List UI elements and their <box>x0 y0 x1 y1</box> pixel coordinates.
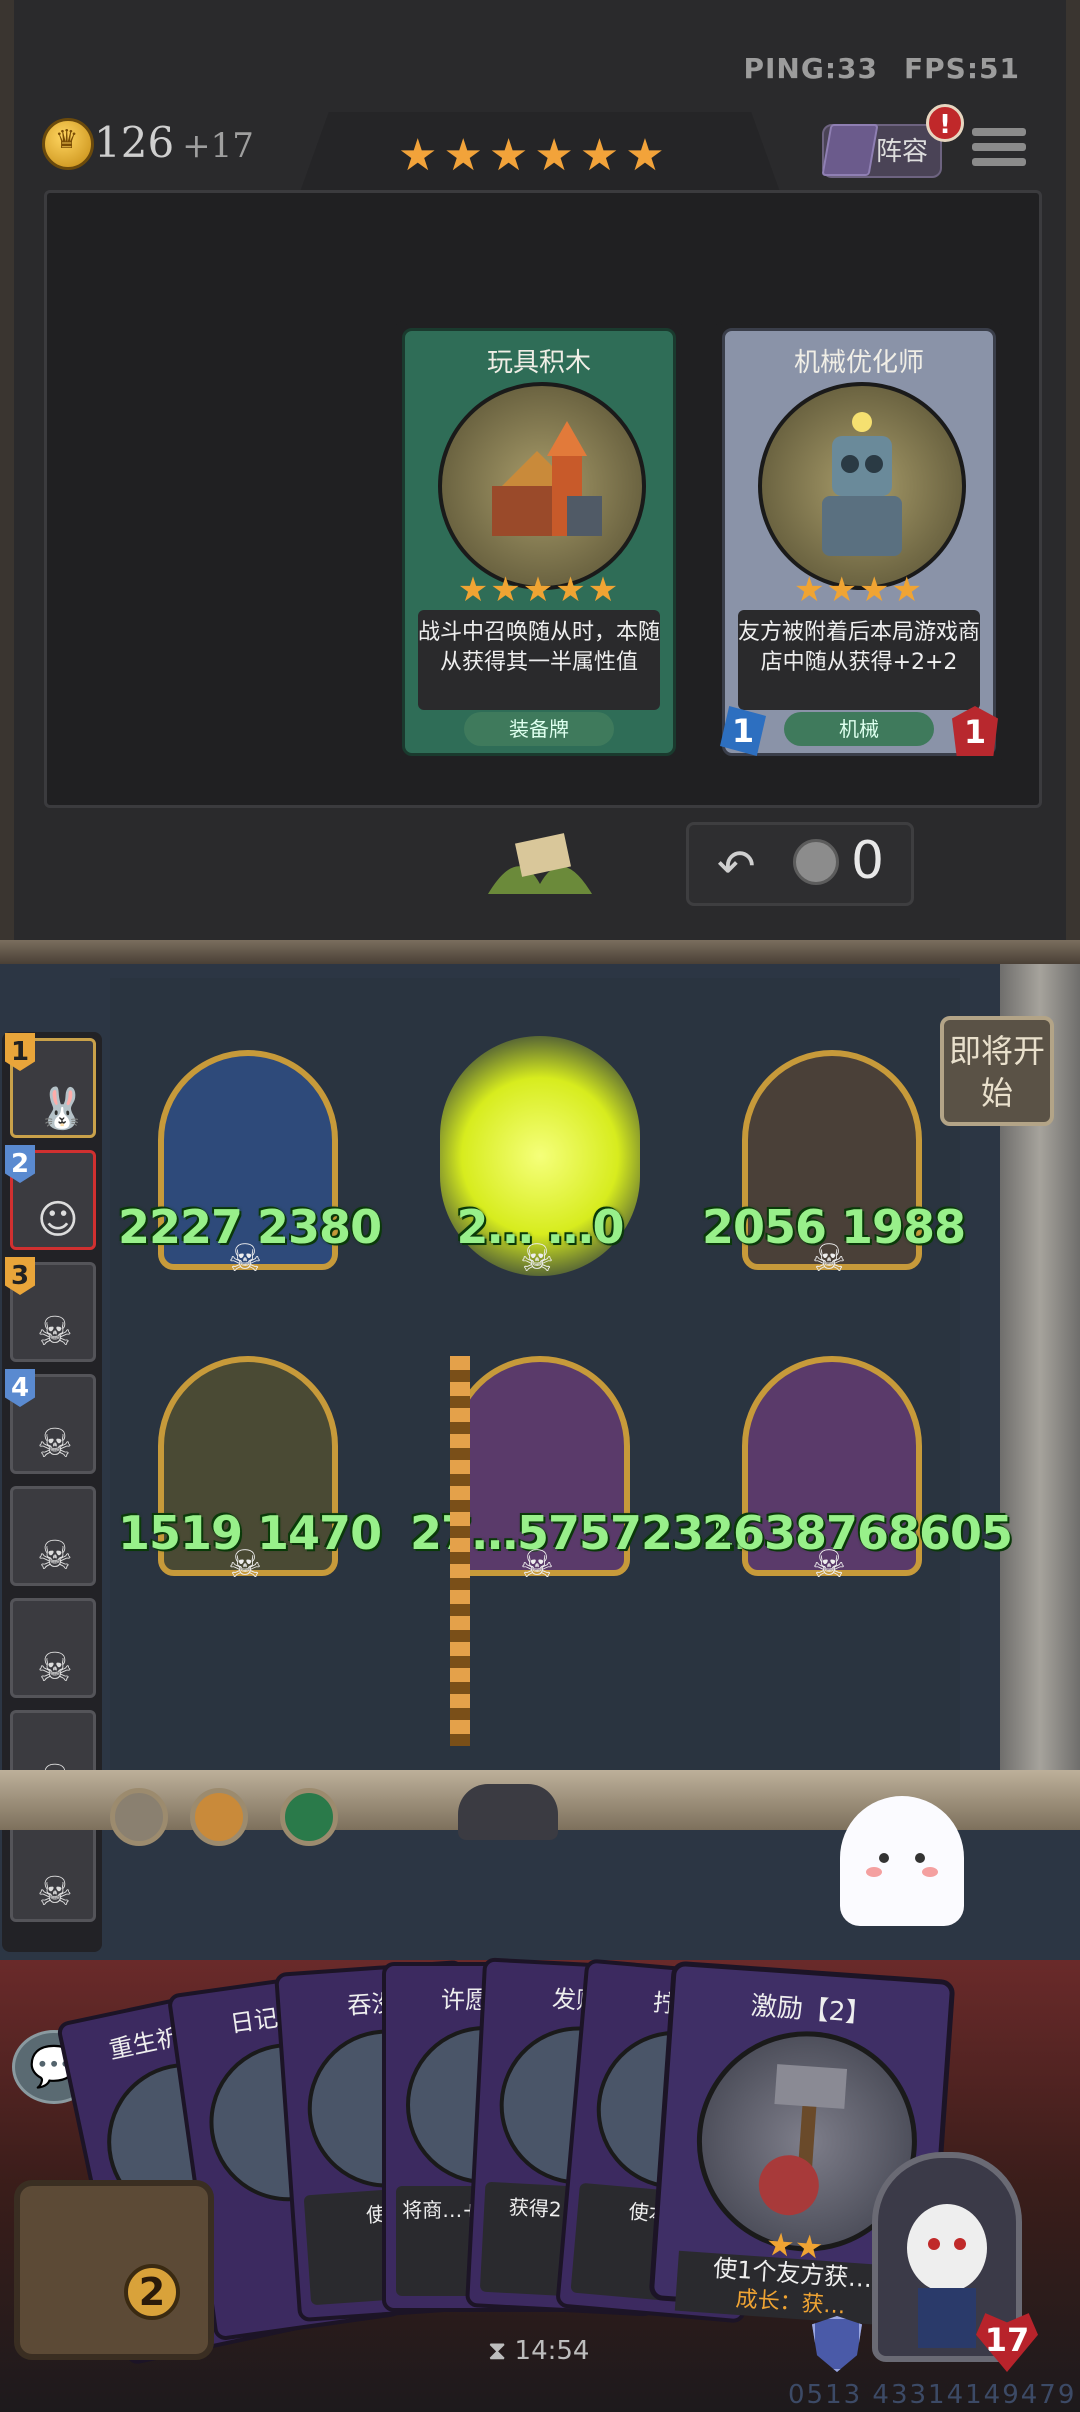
cat-figure <box>458 1784 558 1840</box>
knob-icon <box>190 1788 248 1846</box>
board-minion[interactable]: 2638768605 ☠ <box>702 1356 1013 1586</box>
gold-value: 126 <box>94 118 175 167</box>
gold-income: +17 <box>182 126 254 166</box>
timer-text: 14:54 <box>514 2336 590 2366</box>
board-knobs <box>110 1782 350 1852</box>
card-title: 玩具积木 <box>486 348 591 378</box>
gold-coin-icon <box>42 118 94 170</box>
skull-icon: ☠ <box>228 1542 263 1586</box>
discover-chest[interactable] <box>14 2180 214 2360</box>
board-top-beam <box>0 940 1080 964</box>
skull-icon: ☠ <box>37 1309 73 1355</box>
tavern-tier-stars[interactable]: ★★★★★★ <box>398 130 671 181</box>
card-description: 友方被附着后本局游戏商店中随从获得+2+2 <box>738 610 980 710</box>
skull-icon: ☠ <box>520 1236 555 1280</box>
alert-badge: ! <box>926 104 964 142</box>
shop-card-mech-optimizer[interactable]: 机械优化师 ★★★★ 友方被附着后本局游戏商店中随从获得+2+2 机械 1 1 <box>714 320 1004 764</box>
card-type-tag: 装备牌 <box>464 712 614 746</box>
skull-icon: ☠ <box>37 1533 73 1579</box>
player-slot[interactable]: 2 ☺ <box>5 1145 96 1250</box>
player-slot[interactable]: ☠ <box>10 1598 96 1698</box>
skull-icon: ☠ <box>37 1421 73 1467</box>
card-description: 战斗中召唤随从时，本随从获得其一半属性值 <box>418 610 660 710</box>
board-minion[interactable]: 27…5757231… ☠ <box>410 1356 780 1586</box>
skull-icon: ☠ <box>812 1542 847 1586</box>
gold-display: 126 +17 <box>94 118 254 167</box>
refresh-shop-button[interactable]: ↶ 0 <box>686 822 914 906</box>
skull-icon: ☠ <box>37 1645 73 1691</box>
knob-icon <box>110 1788 168 1846</box>
rabbit-avatar-icon: 🐰 <box>37 1086 87 1132</box>
hero-avatar-icon: ☺ <box>37 1197 79 1243</box>
start-battle-sign[interactable]: 即将开始 <box>940 1016 1054 1126</box>
hand-card-title: 激励【2】 <box>749 1991 873 2030</box>
turn-timer: ⧗ 14:54 <box>488 2336 589 2367</box>
board-minion[interactable]: 1519 1470 ☠ <box>118 1356 382 1586</box>
fps-text: FPS:51 <box>904 52 1020 85</box>
hex-knob-icon <box>280 1788 338 1846</box>
card-stars: ★★★★ <box>794 570 924 610</box>
menu-icon[interactable] <box>972 128 1026 176</box>
network-status: PING:33 FPS:51 <box>717 52 1020 85</box>
skull-icon: ☠ <box>812 1236 847 1280</box>
freeze-shop-button[interactable] <box>478 824 602 908</box>
book-icon <box>821 124 879 176</box>
game-seed-text: 0513 43314149479 <box>788 2380 1077 2410</box>
refresh-icon: ↶ <box>717 839 756 893</box>
skull-icon: ☠ <box>228 1236 263 1280</box>
hourglass-icon: ⧗ <box>488 2336 515 2366</box>
player-slot[interactable]: ☠ <box>10 1486 96 1586</box>
leaf-icon <box>488 833 592 894</box>
player-slot[interactable]: 1 🐰 <box>5 1033 96 1138</box>
board-minion[interactable]: 2227 2380 ☠ <box>118 1050 382 1280</box>
ping-text: PING:33 <box>743 52 879 85</box>
board-minion[interactable]: 2056 1988 ☠ <box>702 1050 966 1280</box>
skull-icon: ☠ <box>520 1542 555 1586</box>
chest-count: 2 <box>124 2264 180 2320</box>
card-tribe-tag: 机械 <box>784 712 934 746</box>
refresh-cost: 0 <box>851 831 885 891</box>
shop-card-toy-blocks[interactable]: 玩具积木 ★★★★★ 战斗中召唤随从时，本随从获得其一半属性值 装备牌 <box>394 320 684 764</box>
player-slot[interactable]: 4 ☠ <box>5 1369 96 1474</box>
coin-icon <box>793 839 839 885</box>
gold-chain-decoration <box>450 1356 470 1746</box>
player-slot[interactable]: ☠ <box>10 1822 96 1922</box>
ghost-mascot[interactable] <box>840 1796 964 1926</box>
board-minion[interactable]: 2… …0 ☠ <box>450 1050 630 1280</box>
player-slot[interactable]: 3 ☠ <box>5 1257 96 1362</box>
card-stars: ★★★★★ <box>457 570 621 610</box>
robot-art <box>758 382 966 590</box>
toy-blocks-art <box>438 382 646 590</box>
card-title: 机械优化师 <box>793 348 924 378</box>
skull-icon: ☠ <box>37 1869 73 1915</box>
